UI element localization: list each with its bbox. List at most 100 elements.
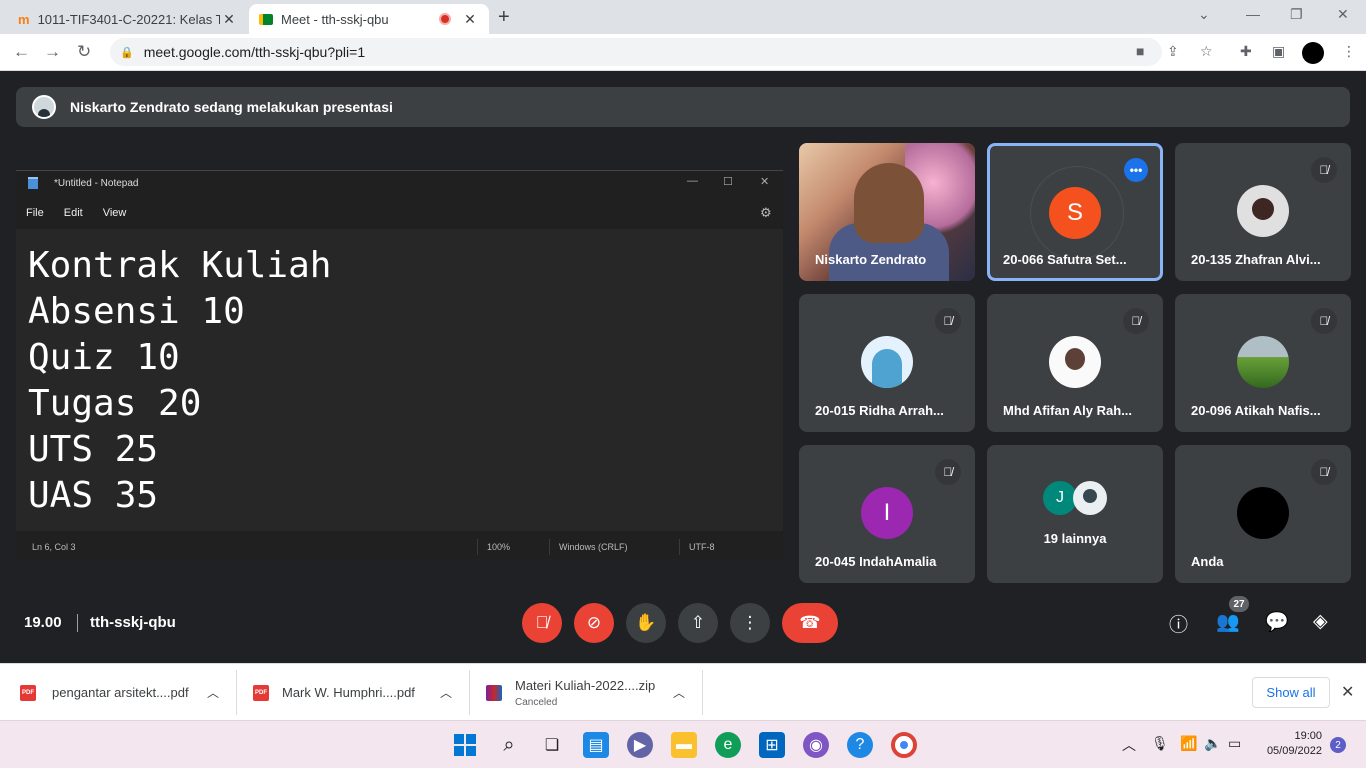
menu-view: View — [102, 207, 127, 219]
download-item[interactable]: PDF Mark W. Humphri....pdf ︿ — [253, 664, 452, 721]
more-options-button[interactable]: ⋮ — [730, 603, 770, 643]
task-view-icon[interactable]: ❏ — [539, 732, 565, 758]
app-icon[interactable]: ◉ — [803, 732, 829, 758]
edge-icon[interactable]: e — [715, 732, 741, 758]
tab-kelas[interactable]: m 1011-TIF3401-C-20221: Kelas Tat ✕ — [8, 4, 248, 34]
chat-icon[interactable]: 💬 — [1265, 610, 1289, 634]
divider — [77, 614, 78, 632]
omnibox[interactable]: 🔒 meet.google.com/tth-sskj-qbu?pli=1 — [110, 38, 1162, 66]
restore-button[interactable]: ❐ — [1290, 6, 1303, 23]
text-line: UTS 25 — [28, 429, 159, 470]
download-item[interactable]: Materi Kuliah-2022....zip Canceled ︿ — [486, 664, 685, 721]
tab-search-icon[interactable]: ⌄ — [1198, 6, 1210, 23]
participant-avatar: S — [1049, 187, 1101, 239]
others-tile[interactable]: J 19 lainnya — [987, 445, 1163, 583]
participant-tile[interactable]: 🎙̸ Mhd Afifan Aly Rah... — [987, 294, 1163, 432]
shared-screen-notepad: *Untitled - Notepad — ☐ ✕ File Edit View… — [16, 170, 783, 559]
windows-start-icon[interactable] — [452, 732, 478, 758]
tab-title: Meet - tth-sskj-qbu — [281, 11, 389, 27]
notepad-text-area: Kontrak Kuliah Absensi 10 Quiz 10 Tugas … — [16, 229, 783, 531]
search-icon[interactable]: ⌕ — [496, 732, 522, 758]
widgets-icon[interactable]: ▤ — [583, 732, 609, 758]
camera-toggle-button[interactable]: ⊘ — [574, 603, 614, 643]
participant-avatar-photo — [1073, 481, 1107, 515]
close-tab-icon[interactable]: ✕ — [461, 11, 479, 28]
self-tile[interactable]: 🎙̸ Anda — [1175, 445, 1351, 583]
text-line: Quiz 10 — [28, 337, 180, 378]
more-options-icon[interactable]: ••• — [1124, 158, 1148, 182]
close-window-button[interactable]: ✕ — [1337, 6, 1349, 23]
activities-icon[interactable]: ◈ — [1313, 610, 1328, 633]
download-item[interactable]: PDF pengantar arsitekt....pdf ︿ — [20, 664, 219, 721]
profile-avatar[interactable] — [1302, 42, 1324, 64]
chat-app-icon[interactable]: ▶ — [627, 732, 653, 758]
wifi-icon[interactable]: 📶 — [1180, 735, 1197, 752]
download-filename: pengantar arsitekt....pdf — [52, 685, 189, 700]
close-icon[interactable]: ✕ — [1341, 682, 1354, 702]
download-filename: Mark W. Humphri....pdf — [282, 685, 415, 700]
reload-icon[interactable]: ↻ — [77, 42, 91, 62]
participant-name: 20-066 Safutra Set... — [1003, 252, 1127, 267]
pdf-file-icon: PDF — [253, 684, 269, 701]
clock[interactable]: 19:00 05/09/2022 — [1258, 729, 1322, 759]
back-icon[interactable]: ← — [13, 42, 30, 62]
maximize-icon: ☐ — [723, 176, 733, 188]
participant-tile[interactable]: 🎙̸ I 20-045 IndahAmalia — [799, 445, 975, 583]
notification-badge[interactable]: 2 — [1330, 737, 1346, 753]
new-tab-button[interactable]: + — [498, 6, 510, 29]
archive-file-icon — [486, 684, 502, 701]
file-explorer-icon[interactable]: ▬ — [671, 732, 697, 758]
present-screen-button[interactable]: ⇧ — [678, 603, 718, 643]
people-icon[interactable]: 👥 — [1216, 610, 1240, 634]
hand-icon: ✋ — [635, 613, 657, 632]
lock-icon: 🔒 — [120, 46, 134, 59]
chrome-icon[interactable] — [891, 732, 917, 758]
battery-icon[interactable]: ▭ — [1228, 735, 1241, 752]
self-avatar — [1237, 487, 1289, 539]
tab-meet[interactable]: Meet - tth-sskj-qbu ✕ — [249, 4, 489, 34]
participant-tile[interactable]: Niskarto Zendrato — [799, 143, 975, 281]
menu-edit: Edit — [63, 207, 83, 219]
presenter-avatar — [32, 95, 56, 119]
microphone-icon[interactable]: 🎙 — [1151, 735, 1169, 752]
participant-tile[interactable]: 🎙̸ 20-015 Ridha Arrah... — [799, 294, 975, 432]
side-panel-icon[interactable]: ▣ — [1272, 43, 1285, 60]
mic-off-icon: 🎙̸ — [535, 613, 549, 632]
text-line: Absensi 10 — [28, 291, 245, 332]
show-all-button[interactable]: Show all — [1252, 677, 1330, 708]
store-icon[interactable]: ⊞ — [759, 732, 785, 758]
meeting-details-icon[interactable]: ⓘ — [1169, 610, 1188, 637]
participant-tile[interactable]: 🎙̸ 20-096 Atikah Nafis... — [1175, 294, 1351, 432]
chevron-up-icon[interactable]: ︿ — [673, 684, 685, 701]
participant-avatar: J — [1043, 481, 1077, 515]
participant-tile[interactable]: S ••• 20-066 Safutra Set... — [987, 143, 1163, 281]
volume-icon[interactable]: 🔈 — [1204, 735, 1221, 752]
minimize-button[interactable]: — — [1246, 6, 1260, 22]
help-icon[interactable]: ? — [847, 732, 873, 758]
address-toolbar: ← → ↻ 🔒 meet.google.com/tth-sskj-qbu?pli… — [0, 34, 1366, 71]
participant-name: Niskarto Zendrato — [815, 252, 927, 267]
chevron-up-icon[interactable]: ︿ — [1122, 735, 1136, 755]
raise-hand-button[interactable]: ✋ — [626, 603, 666, 643]
mic-off-icon: 🎙̸ — [935, 459, 961, 485]
encoding: UTF-8 — [689, 542, 715, 552]
chevron-up-icon[interactable]: ︿ — [440, 684, 452, 701]
share-icon[interactable]: ⇪ — [1167, 43, 1179, 60]
participant-name: Anda — [1191, 554, 1224, 569]
microphone-toggle-button[interactable]: 🎙̸ — [522, 603, 562, 643]
chevron-up-icon[interactable]: ︿ — [207, 684, 219, 701]
bookmark-star-icon[interactable]: ☆ — [1200, 43, 1213, 60]
text-line: Kontrak Kuliah — [28, 245, 332, 286]
extensions-icon[interactable]: ✚ — [1240, 43, 1252, 60]
close-tab-icon[interactable]: ✕ — [220, 11, 238, 28]
camera-icon[interactable]: ■ — [1136, 43, 1144, 59]
participant-tile[interactable]: 🎙̸ 20-135 Zhafran Alvi... — [1175, 143, 1351, 281]
forward-icon[interactable]: → — [44, 42, 61, 62]
menu-icon[interactable]: ⋮ — [1342, 43, 1356, 60]
participant-avatar: I — [861, 487, 913, 539]
participant-avatar — [1237, 336, 1289, 388]
leave-call-button[interactable]: ☎ — [782, 603, 838, 643]
mic-off-icon: 🎙̸ — [1311, 157, 1337, 183]
camera-off-icon: ⊘ — [586, 613, 602, 632]
meeting-time: 19.00 — [24, 614, 62, 631]
